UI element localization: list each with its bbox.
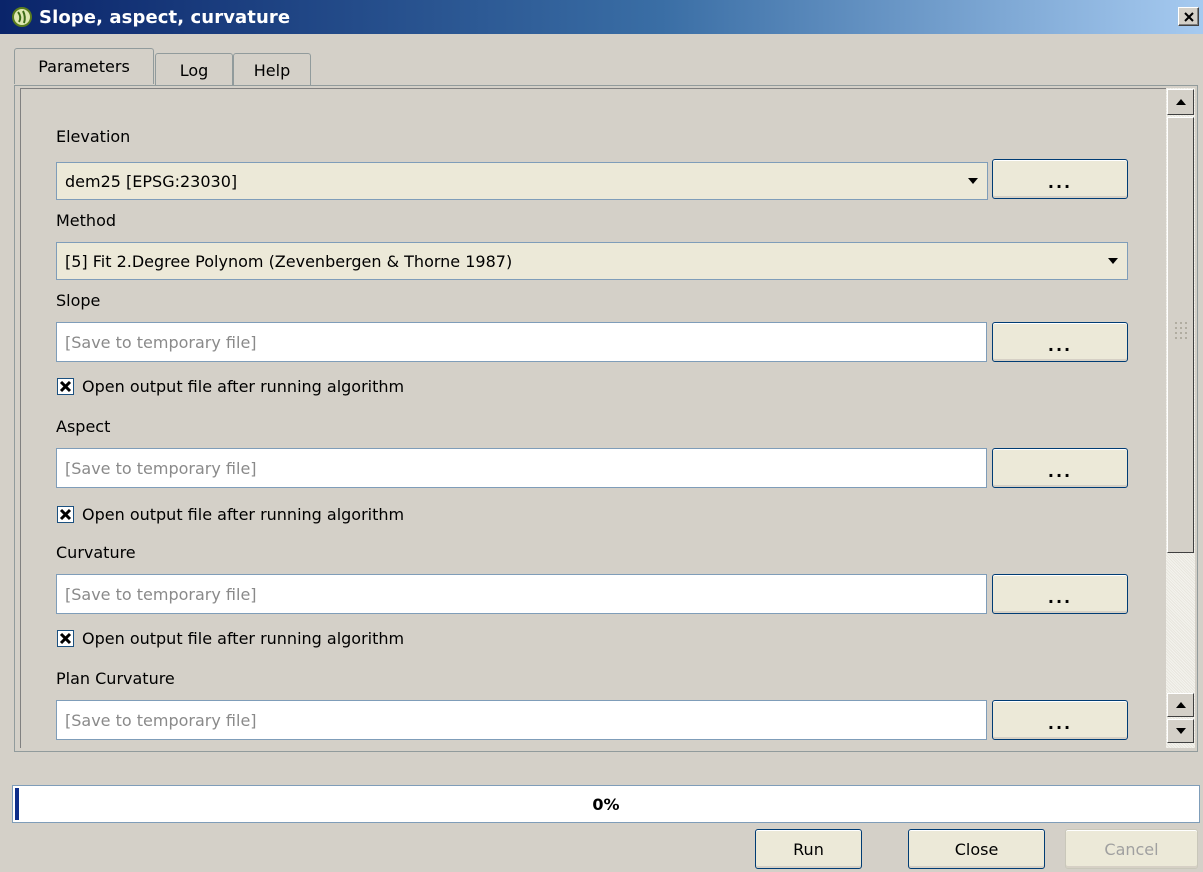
scroll-up-button-bottom[interactable]	[1167, 693, 1194, 717]
tab-label: Parameters	[38, 57, 130, 76]
chevron-down-icon[interactable]	[959, 163, 987, 199]
scroll-down-button[interactable]	[1167, 719, 1194, 743]
plan-curvature-browse-button[interactable]: ...	[992, 700, 1128, 740]
progress-text: 0%	[592, 794, 620, 814]
chevron-down-icon[interactable]	[1099, 243, 1127, 279]
scroll-up-button[interactable]	[1167, 89, 1194, 115]
method-select[interactable]: [5] Fit 2.Degree Polynom (Zevenbergen & …	[56, 242, 1128, 280]
slope-open-checkbox-row[interactable]: Open output file after running algorithm	[57, 377, 404, 396]
tab-parameters[interactable]: Parameters	[14, 48, 154, 84]
aspect-browse-button[interactable]: ...	[992, 448, 1128, 488]
grip-icon	[1175, 322, 1187, 339]
tab-label: Log	[179, 60, 209, 80]
tab-help[interactable]: Help	[233, 53, 311, 86]
scrollbar-thumb[interactable]	[1167, 117, 1194, 553]
aspect-open-checkbox-row[interactable]: Open output file after running algorithm	[57, 505, 404, 524]
title-bar: Slope, aspect, curvature	[0, 0, 1203, 34]
checkbox-label: Open output file after running algorithm	[82, 629, 405, 648]
curvature-output-field[interactable]: [Save to temporary file]	[56, 574, 987, 614]
progress-bar: 0%	[12, 785, 1200, 823]
elevation-select[interactable]: dem25 [EPSG:23030]	[56, 162, 988, 200]
cancel-button[interactable]: Cancel	[1065, 829, 1198, 869]
plan-curvature-label: Plan Curvature	[56, 669, 175, 688]
checkbox-label: Open output file after running algorithm	[82, 377, 405, 396]
plan-curvature-output-field[interactable]: [Save to temporary file]	[56, 700, 987, 740]
checkbox[interactable]	[57, 630, 74, 647]
method-label: Method	[56, 211, 117, 230]
elevation-value: dem25 [EPSG:23030]	[65, 171, 238, 191]
slope-label: Slope	[56, 291, 101, 310]
progress-fill	[15, 788, 19, 820]
curvature-label: Curvature	[56, 543, 136, 562]
run-button[interactable]: Run	[755, 829, 862, 869]
close-button[interactable]: Close	[908, 829, 1045, 869]
checkbox[interactable]	[57, 378, 74, 395]
curvature-open-checkbox-row[interactable]: Open output file after running algorithm	[57, 629, 404, 648]
method-value: [5] Fit 2.Degree Polynom (Zevenbergen & …	[65, 251, 513, 271]
tab-label: Help	[253, 60, 291, 80]
slope-output-field[interactable]: [Save to temporary file]	[56, 322, 987, 362]
slope-browse-button[interactable]: ...	[992, 322, 1128, 362]
aspect-label: Aspect	[56, 417, 111, 436]
close-icon[interactable]	[1178, 7, 1199, 26]
elevation-browse-button[interactable]: ...	[992, 159, 1128, 199]
elevation-label: Elevation	[56, 127, 131, 146]
checkbox[interactable]	[57, 506, 74, 523]
curvature-browse-button[interactable]: ...	[992, 574, 1128, 614]
aspect-output-field[interactable]: [Save to temporary file]	[56, 448, 987, 488]
checkbox-label: Open output file after running algorithm	[82, 505, 405, 524]
window-title: Slope, aspect, curvature	[39, 6, 291, 28]
qgis-logo-icon	[11, 6, 33, 28]
tab-log[interactable]: Log	[155, 53, 233, 86]
